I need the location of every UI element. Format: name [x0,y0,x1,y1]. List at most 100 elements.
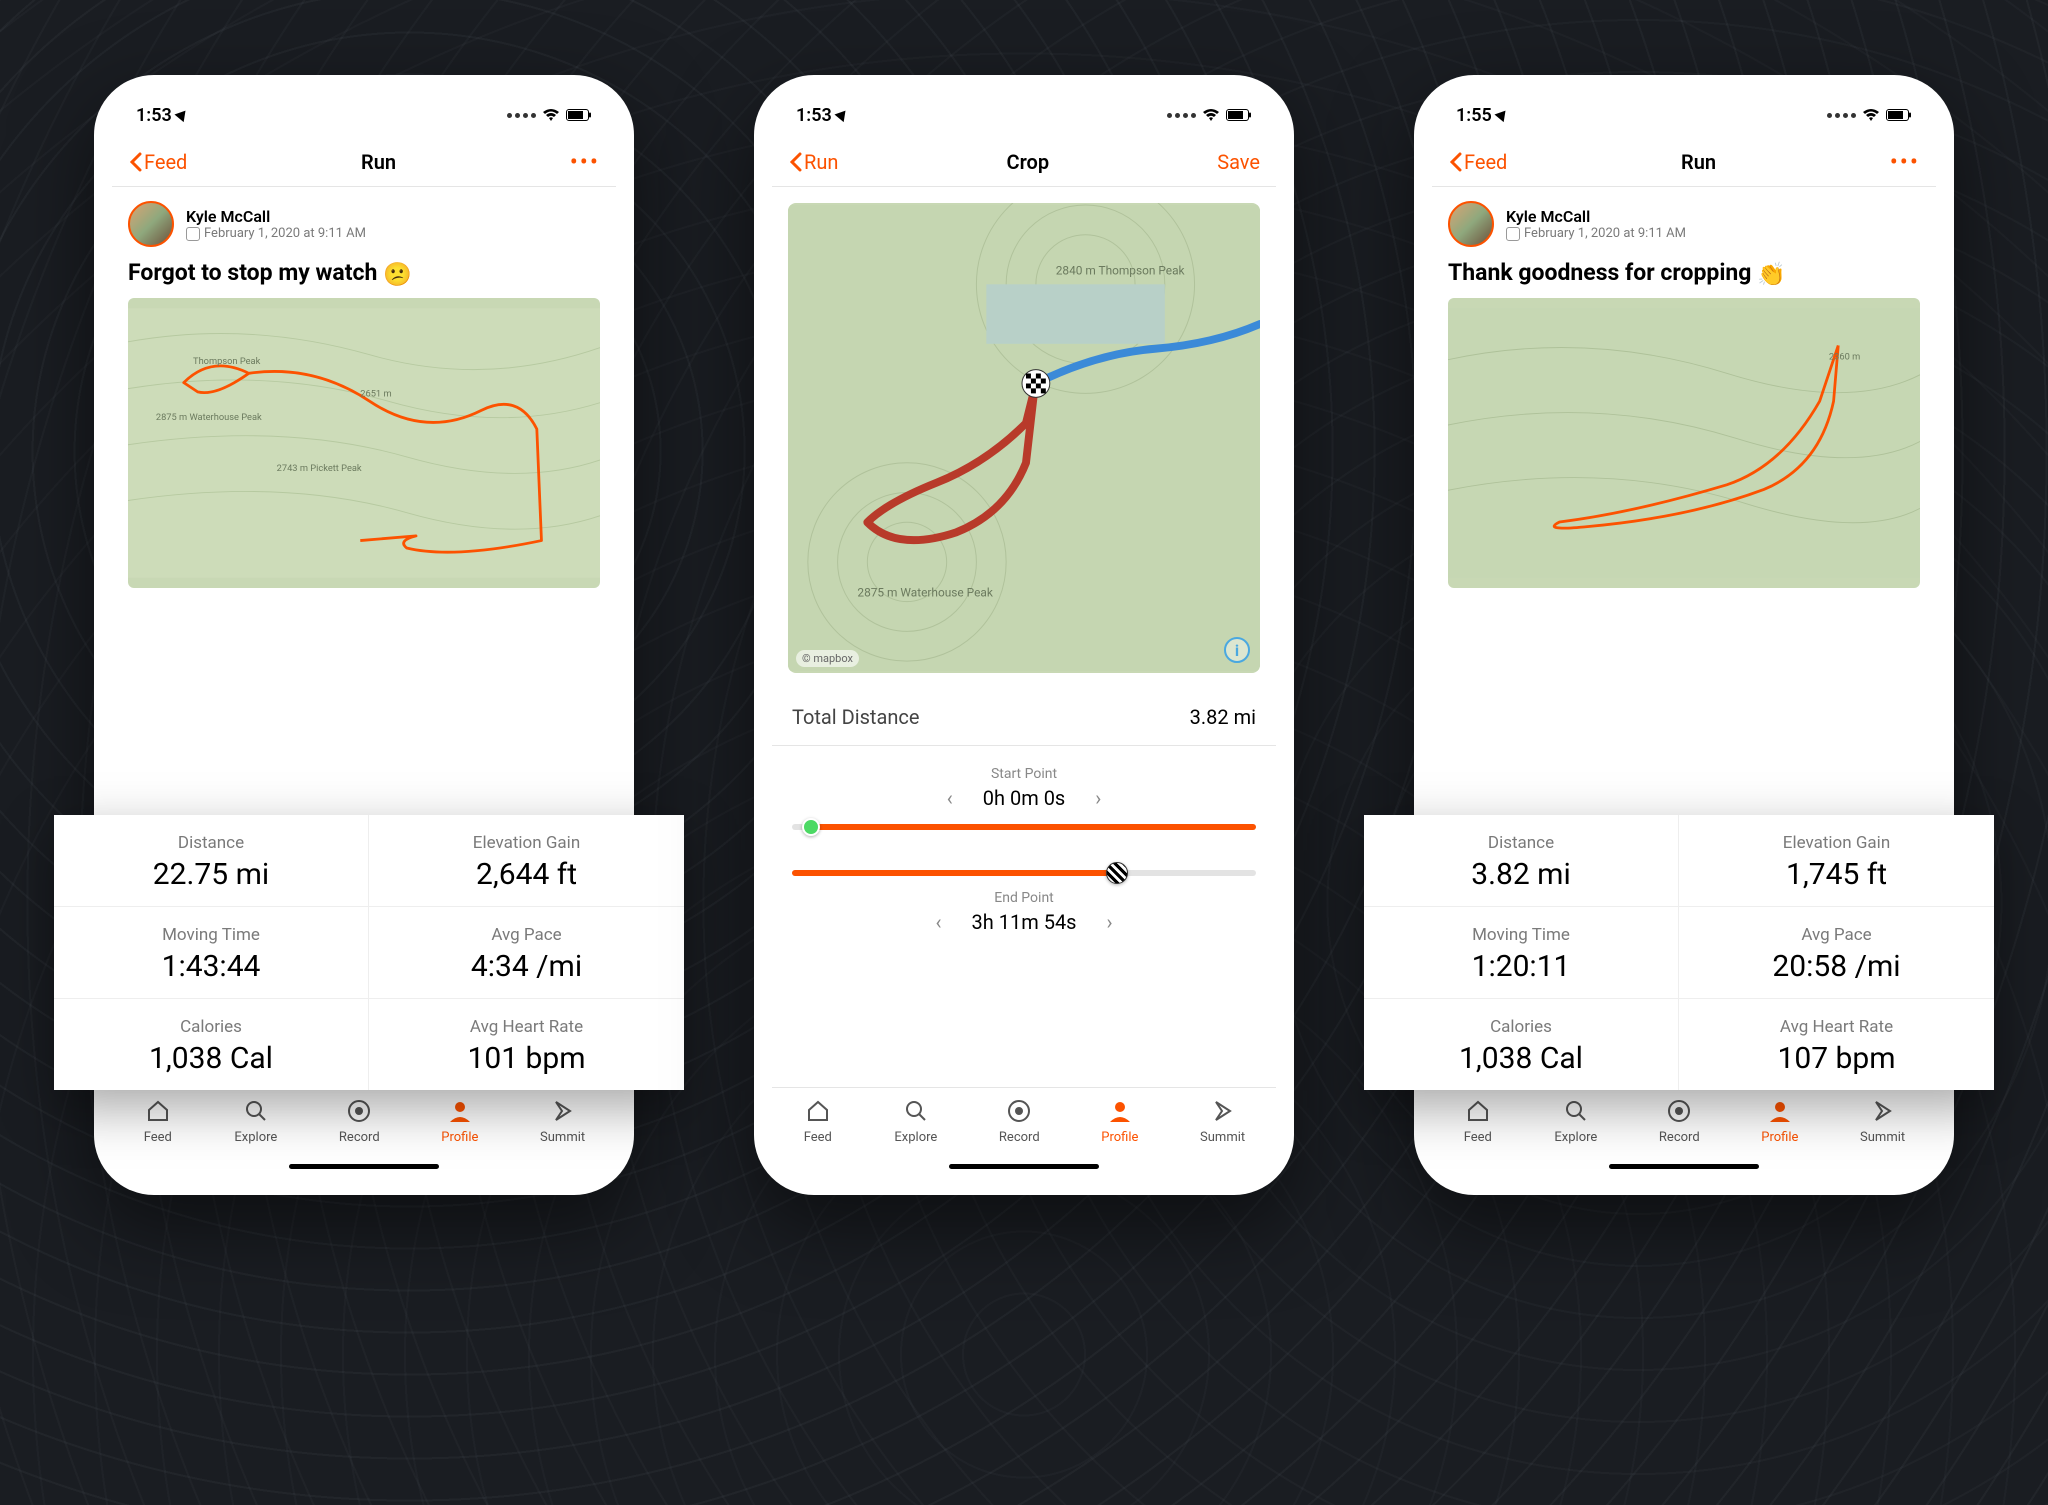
phone-after: 1:55 Feed Run ••• Kyle McCall [1414,75,1954,1195]
activity-title: Thank goodness for cropping 👏 [1432,253,1936,298]
more-button[interactable]: ••• [1890,148,1920,176]
home-indicator [289,1164,439,1169]
emoji-icon: 😕 [383,261,412,288]
tab-profile[interactable]: Profile [1761,1096,1798,1155]
back-label: Feed [144,150,187,174]
nav-bar: Run Crop Save [772,137,1276,187]
end-point-label: End Point [792,890,1256,906]
tab-explore[interactable]: Explore [894,1096,937,1155]
tab-feed[interactable]: Feed [1463,1096,1493,1155]
status-bar: 1:53 [772,93,1276,137]
user-name: Kyle McCall [1506,207,1686,226]
start-prev-button[interactable]: ‹ [947,786,953,810]
total-distance-value: 3.82 mi [1190,705,1256,729]
end-next-button[interactable]: › [1107,910,1113,934]
status-bar: 1:55 [1432,93,1936,137]
total-distance-row: Total Distance 3.82 mi [772,689,1276,746]
end-slider-knob[interactable] [1106,862,1128,884]
start-slider-knob[interactable] [802,818,820,836]
stat-avg-hr: Avg Heart Rate101 bpm [369,999,684,1090]
end-prev-button[interactable]: ‹ [935,910,941,934]
summit-icon [1868,1096,1898,1126]
map-info-button[interactable]: i [1224,637,1250,663]
end-point-value: 3h 11m 54s [972,910,1077,934]
nav-bar: Feed Run ••• [112,137,616,187]
svg-text:2360 m: 2360 m [1829,351,1860,362]
record-icon [1004,1096,1034,1126]
activity-map[interactable]: 2360 m [1448,298,1920,588]
stat-calories: Calories1,038 Cal [54,999,369,1090]
svg-text:2840 m Thompson Peak: 2840 m Thompson Peak [1056,263,1186,277]
avatar [1448,201,1494,247]
more-button[interactable]: ••• [570,148,600,176]
date-icon [186,227,200,241]
stat-moving-time: Moving Time1:20:11 [1364,907,1679,999]
stat-avg-pace: Avg Pace4:34 /mi [369,907,684,999]
user-name: Kyle McCall [186,207,366,226]
user-row[interactable]: Kyle McCall February 1, 2020 at 9:11 AM [1432,187,1936,253]
tab-record[interactable]: Record [999,1096,1040,1155]
stat-moving-time: Moving Time1:43:44 [54,907,369,999]
status-time: 1:53 [136,105,187,126]
phone-crop: 1:53 Run Crop Save [754,75,1294,1195]
activity-title: Forgot to stop my watch 😕 [112,253,616,298]
tab-profile[interactable]: Profile [1101,1096,1138,1155]
status-time: 1:55 [1456,105,1507,126]
back-label: Run [804,150,838,174]
tab-summit[interactable]: Summit [540,1096,585,1155]
cellular-icon [1827,113,1856,118]
emoji-icon: 👏 [1757,261,1786,288]
tab-profile[interactable]: Profile [441,1096,478,1155]
chevron-left-icon [788,152,802,172]
save-button[interactable]: Save [1217,150,1260,174]
back-button[interactable]: Feed [128,150,187,174]
tab-feed[interactable]: Feed [803,1096,833,1155]
stat-avg-hr: Avg Heart Rate107 bpm [1679,999,1994,1090]
back-label: Feed [1464,150,1507,174]
status-bar: 1:53 [112,93,616,137]
stats-card: Distance22.75 mi Elevation Gain2,644 ft … [54,815,684,1090]
record-icon [344,1096,374,1126]
home-icon [1463,1096,1493,1126]
battery-icon [1886,109,1912,121]
search-icon [1561,1096,1591,1126]
start-point-value: 0h 0m 0s [983,786,1066,810]
tab-explore[interactable]: Explore [234,1096,277,1155]
record-icon [1664,1096,1694,1126]
home-icon [143,1096,173,1126]
tab-summit[interactable]: Summit [1860,1096,1905,1155]
tab-feed[interactable]: Feed [143,1096,173,1155]
tab-record[interactable]: Record [339,1096,380,1155]
tab-record[interactable]: Record [1659,1096,1700,1155]
search-icon [901,1096,931,1126]
tab-summit[interactable]: Summit [1200,1096,1245,1155]
activity-map[interactable]: Thompson Peak 2875 m Waterhouse Peak 274… [128,298,600,588]
profile-icon [445,1096,475,1126]
wifi-icon [1202,108,1220,122]
cellular-icon [507,113,536,118]
stats-card: Distance3.82 mi Elevation Gain1,745 ft M… [1364,815,1994,1090]
activity-date: February 1, 2020 at 9:11 AM [1524,226,1686,241]
user-row[interactable]: Kyle McCall February 1, 2020 at 9:11 AM [112,187,616,253]
battery-icon [566,109,592,121]
tab-explore[interactable]: Explore [1554,1096,1597,1155]
back-button[interactable]: Run [788,150,838,174]
nav-title: Run [1681,150,1716,174]
summit-icon [1208,1096,1238,1126]
status-time: 1:53 [796,105,847,126]
chevron-left-icon [1448,152,1462,172]
end-slider[interactable] [792,870,1256,876]
summit-icon [548,1096,578,1126]
back-button[interactable]: Feed [1448,150,1507,174]
stat-elevation: Elevation Gain1,745 ft [1679,815,1994,907]
cellular-icon [1167,113,1196,118]
start-next-button[interactable]: › [1095,786,1101,810]
phone-before: 1:53 Feed Run ••• Kyle McCall [94,75,634,1195]
crop-map[interactable]: 2840 m Thompson Peak 2875 m Waterhouse P… [788,203,1260,673]
profile-icon [1105,1096,1135,1126]
battery-icon [1226,109,1252,121]
stat-elevation: Elevation Gain2,644 ft [369,815,684,907]
wifi-icon [542,108,560,122]
start-slider[interactable] [792,824,1256,830]
stat-avg-pace: Avg Pace20:58 /mi [1679,907,1994,999]
